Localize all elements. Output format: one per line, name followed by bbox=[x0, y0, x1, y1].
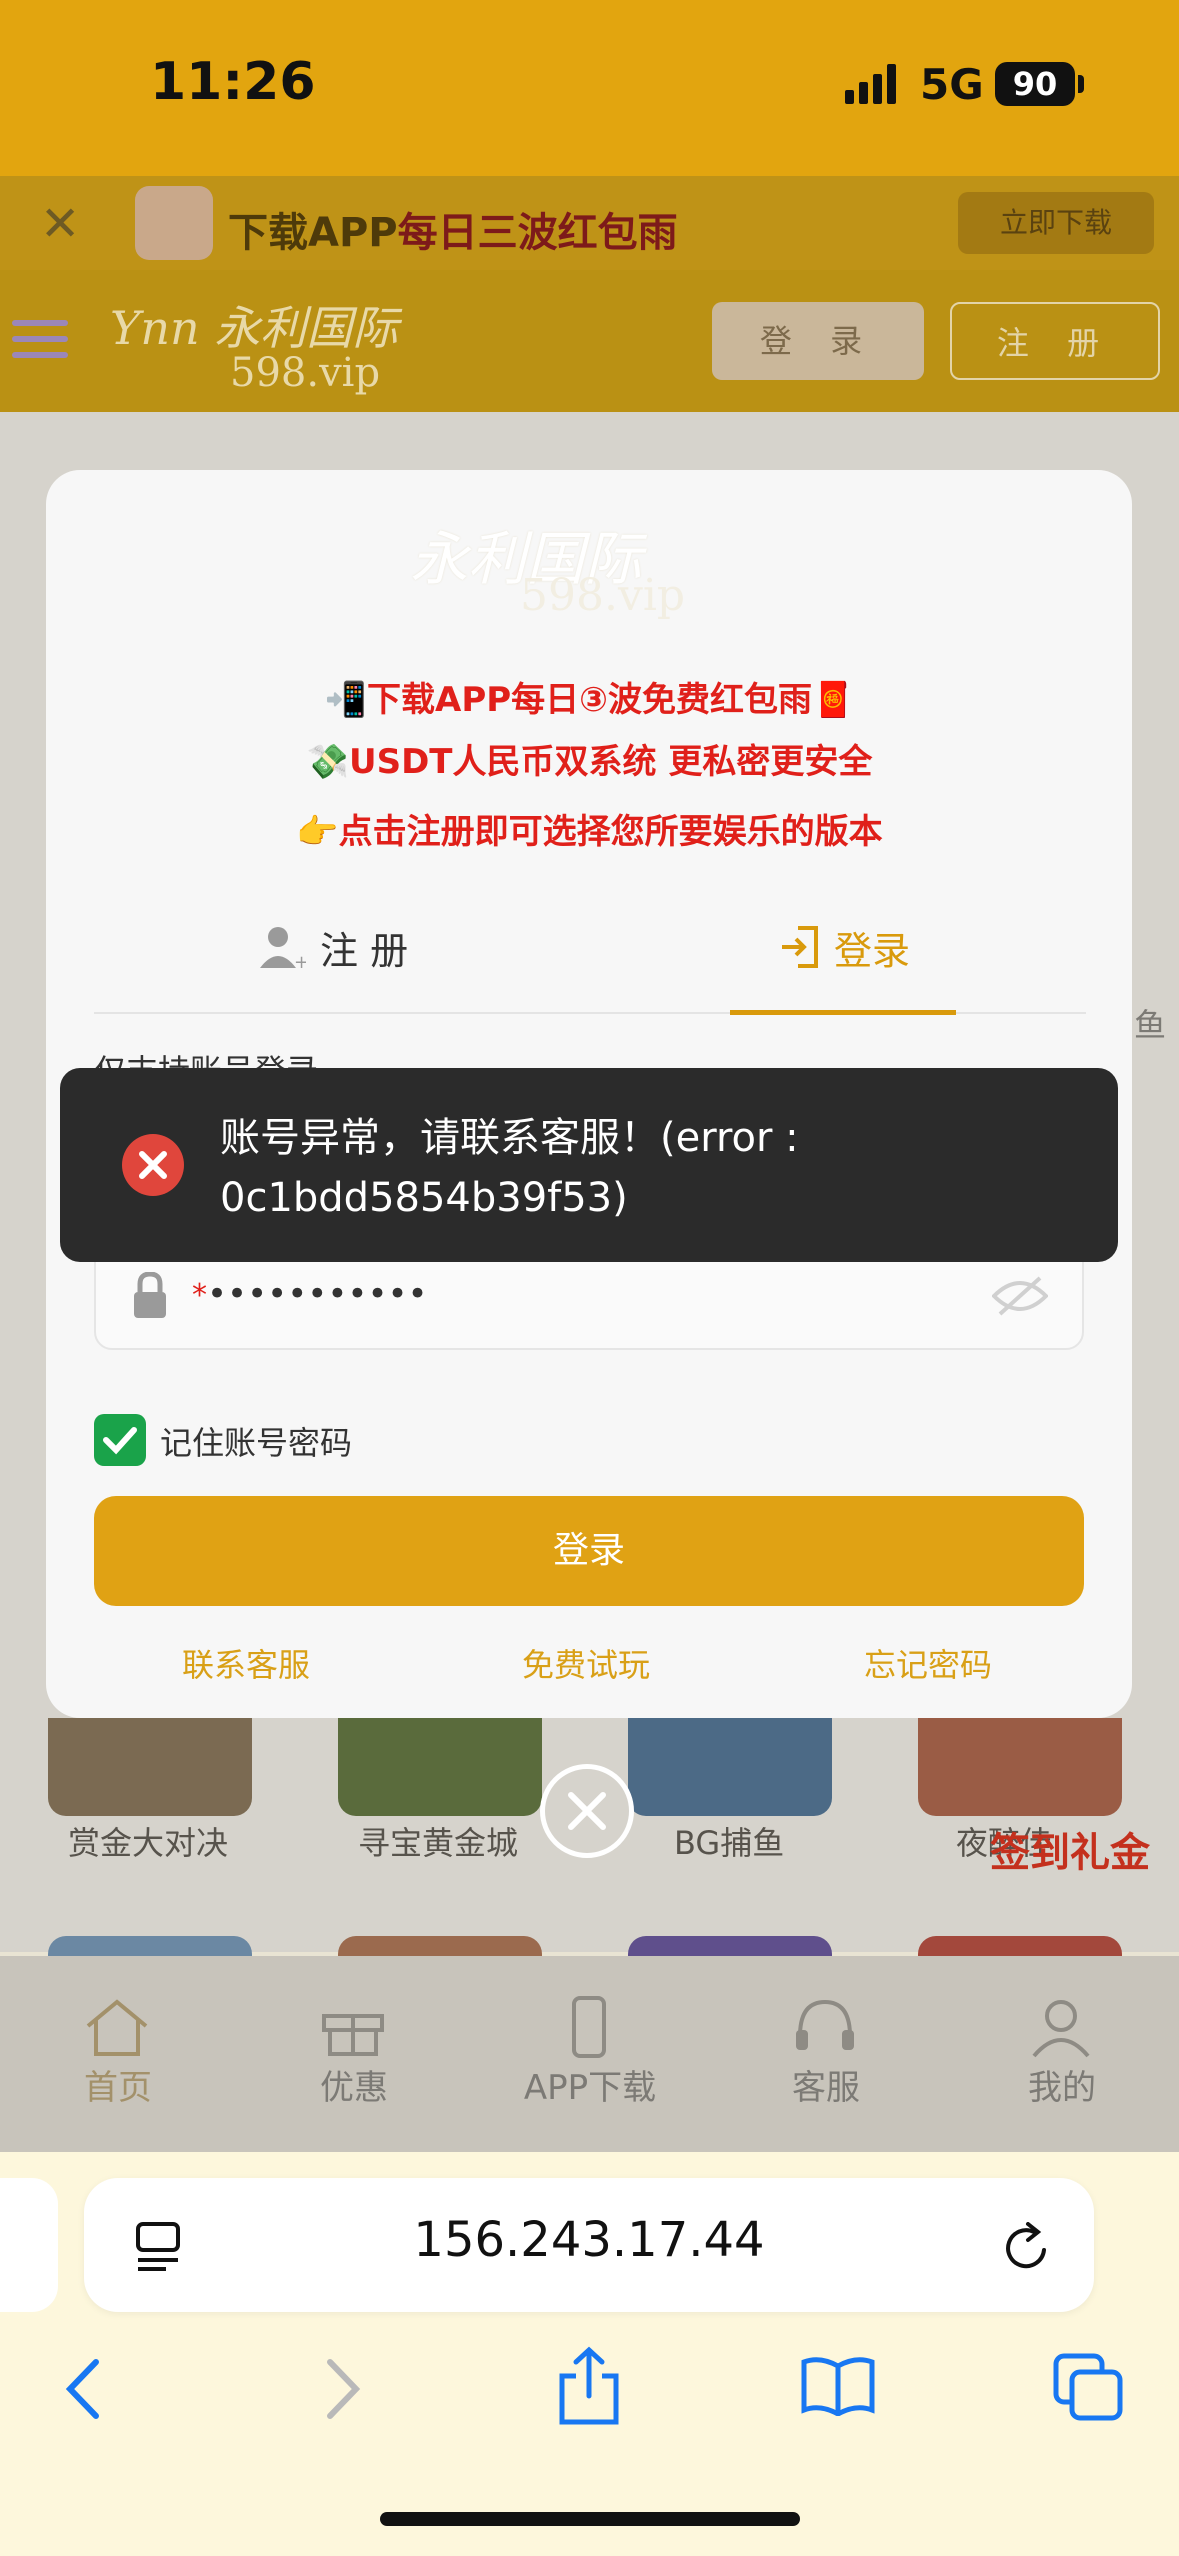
signin-badge[interactable]: 签到礼金 bbox=[990, 1820, 1150, 1878]
promo-line-3: 👉点击注册即可选择您所要娱乐的版本 bbox=[296, 812, 883, 852]
header-register-button[interactable]: 注 册 bbox=[950, 302, 1160, 380]
error-message: 账号异常，请联系客服！(error : 0c1bdd5854b39f53) bbox=[220, 1115, 799, 1221]
game-thumb[interactable] bbox=[338, 1718, 542, 1816]
close-icon[interactable]: ✕ bbox=[40, 196, 80, 252]
network-type: 5G bbox=[920, 60, 984, 109]
forward-icon bbox=[327, 2359, 361, 2419]
login-icon bbox=[782, 926, 818, 968]
previous-tab-peek[interactable] bbox=[0, 2178, 58, 2312]
signal-icon bbox=[845, 64, 896, 104]
tab-register[interactable]: 注 册 bbox=[320, 920, 408, 975]
game-thumb[interactable] bbox=[628, 1936, 832, 1956]
free-trial-link[interactable]: 免费试玩 bbox=[522, 1640, 650, 1686]
site-domain: 598.vip bbox=[230, 350, 381, 396]
promo-line-2: 💸USDT人民币双系统 更私密更安全 bbox=[306, 742, 873, 782]
svg-text:+: + bbox=[294, 952, 306, 970]
fish-label: 鱼 bbox=[1134, 1006, 1167, 1044]
nav-app-download[interactable]: APP下载 bbox=[510, 2060, 670, 2109]
menu-icon[interactable] bbox=[12, 316, 68, 362]
battery-icon: 90 bbox=[995, 62, 1075, 106]
game-label: BG捕鱼 bbox=[674, 1824, 785, 1862]
forgot-password-link[interactable]: 忘记密码 bbox=[864, 1640, 992, 1686]
modal-logo-domain: 598.vip bbox=[520, 570, 686, 621]
home-indicator bbox=[380, 2512, 800, 2526]
lock-icon bbox=[134, 1272, 166, 1318]
app-logo-icon bbox=[135, 186, 213, 260]
game-thumb[interactable] bbox=[918, 1718, 1122, 1816]
download-now-button[interactable]: 立即下载 bbox=[958, 192, 1154, 254]
game-thumb[interactable] bbox=[918, 1936, 1122, 1956]
battery-tip bbox=[1078, 75, 1084, 93]
site-logo: Ynn 永利国际 bbox=[110, 301, 399, 355]
password-value[interactable]: *••••••••••• bbox=[192, 1274, 428, 1314]
banner-text: 下载APP每日三波红包雨 bbox=[228, 210, 678, 256]
nav-home[interactable]: 首页 bbox=[38, 2060, 198, 2109]
promo-line-1: 📲下载APP每日③波免费红包雨🧧 bbox=[324, 680, 855, 720]
bookmarks-icon[interactable] bbox=[800, 2356, 876, 2416]
active-tab-indicator bbox=[730, 1010, 956, 1015]
checkmark-icon bbox=[103, 1427, 137, 1455]
game-label: 赏金大对决 bbox=[68, 1824, 229, 1862]
gift-icon bbox=[322, 2014, 384, 2056]
nav-mine[interactable]: 我的 bbox=[982, 2060, 1142, 2109]
close-icon bbox=[568, 1792, 606, 1830]
error-icon bbox=[122, 1134, 184, 1196]
close-modal-button[interactable] bbox=[540, 1764, 634, 1858]
phone-icon bbox=[572, 1996, 606, 2058]
back-icon[interactable] bbox=[64, 2358, 104, 2420]
hide-password-icon[interactable] bbox=[992, 1276, 1048, 1316]
game-label: 寻宝黄金城 bbox=[358, 1824, 519, 1862]
login-button[interactable]: 登录 bbox=[94, 1496, 1084, 1606]
contact-support-link[interactable]: 联系客服 bbox=[182, 1640, 310, 1686]
tab-login[interactable]: 登录 bbox=[834, 920, 910, 975]
share-icon[interactable] bbox=[556, 2346, 622, 2426]
clock: 11:26 bbox=[150, 52, 316, 112]
nav-promotions[interactable]: 优惠 bbox=[274, 2060, 434, 2109]
game-thumb[interactable] bbox=[628, 1718, 832, 1816]
home-icon bbox=[86, 1999, 148, 2056]
game-thumb[interactable] bbox=[48, 1936, 252, 1956]
add-user-icon: + bbox=[260, 927, 306, 970]
headset-icon bbox=[796, 1999, 854, 2050]
game-thumb[interactable] bbox=[338, 1936, 542, 1956]
remember-label: 记住账号密码 bbox=[160, 1424, 353, 1462]
game-thumb[interactable] bbox=[48, 1718, 252, 1816]
tabs-icon[interactable] bbox=[1052, 2352, 1124, 2422]
user-icon bbox=[1032, 2000, 1090, 2058]
reload-icon[interactable] bbox=[1002, 2222, 1052, 2274]
nav-support[interactable]: 客服 bbox=[746, 2060, 906, 2109]
remember-checkbox[interactable] bbox=[94, 1414, 146, 1466]
url-text[interactable]: 156.243.17.44 bbox=[84, 2212, 1094, 2268]
header-login-button[interactable]: 登 录 bbox=[712, 302, 924, 380]
